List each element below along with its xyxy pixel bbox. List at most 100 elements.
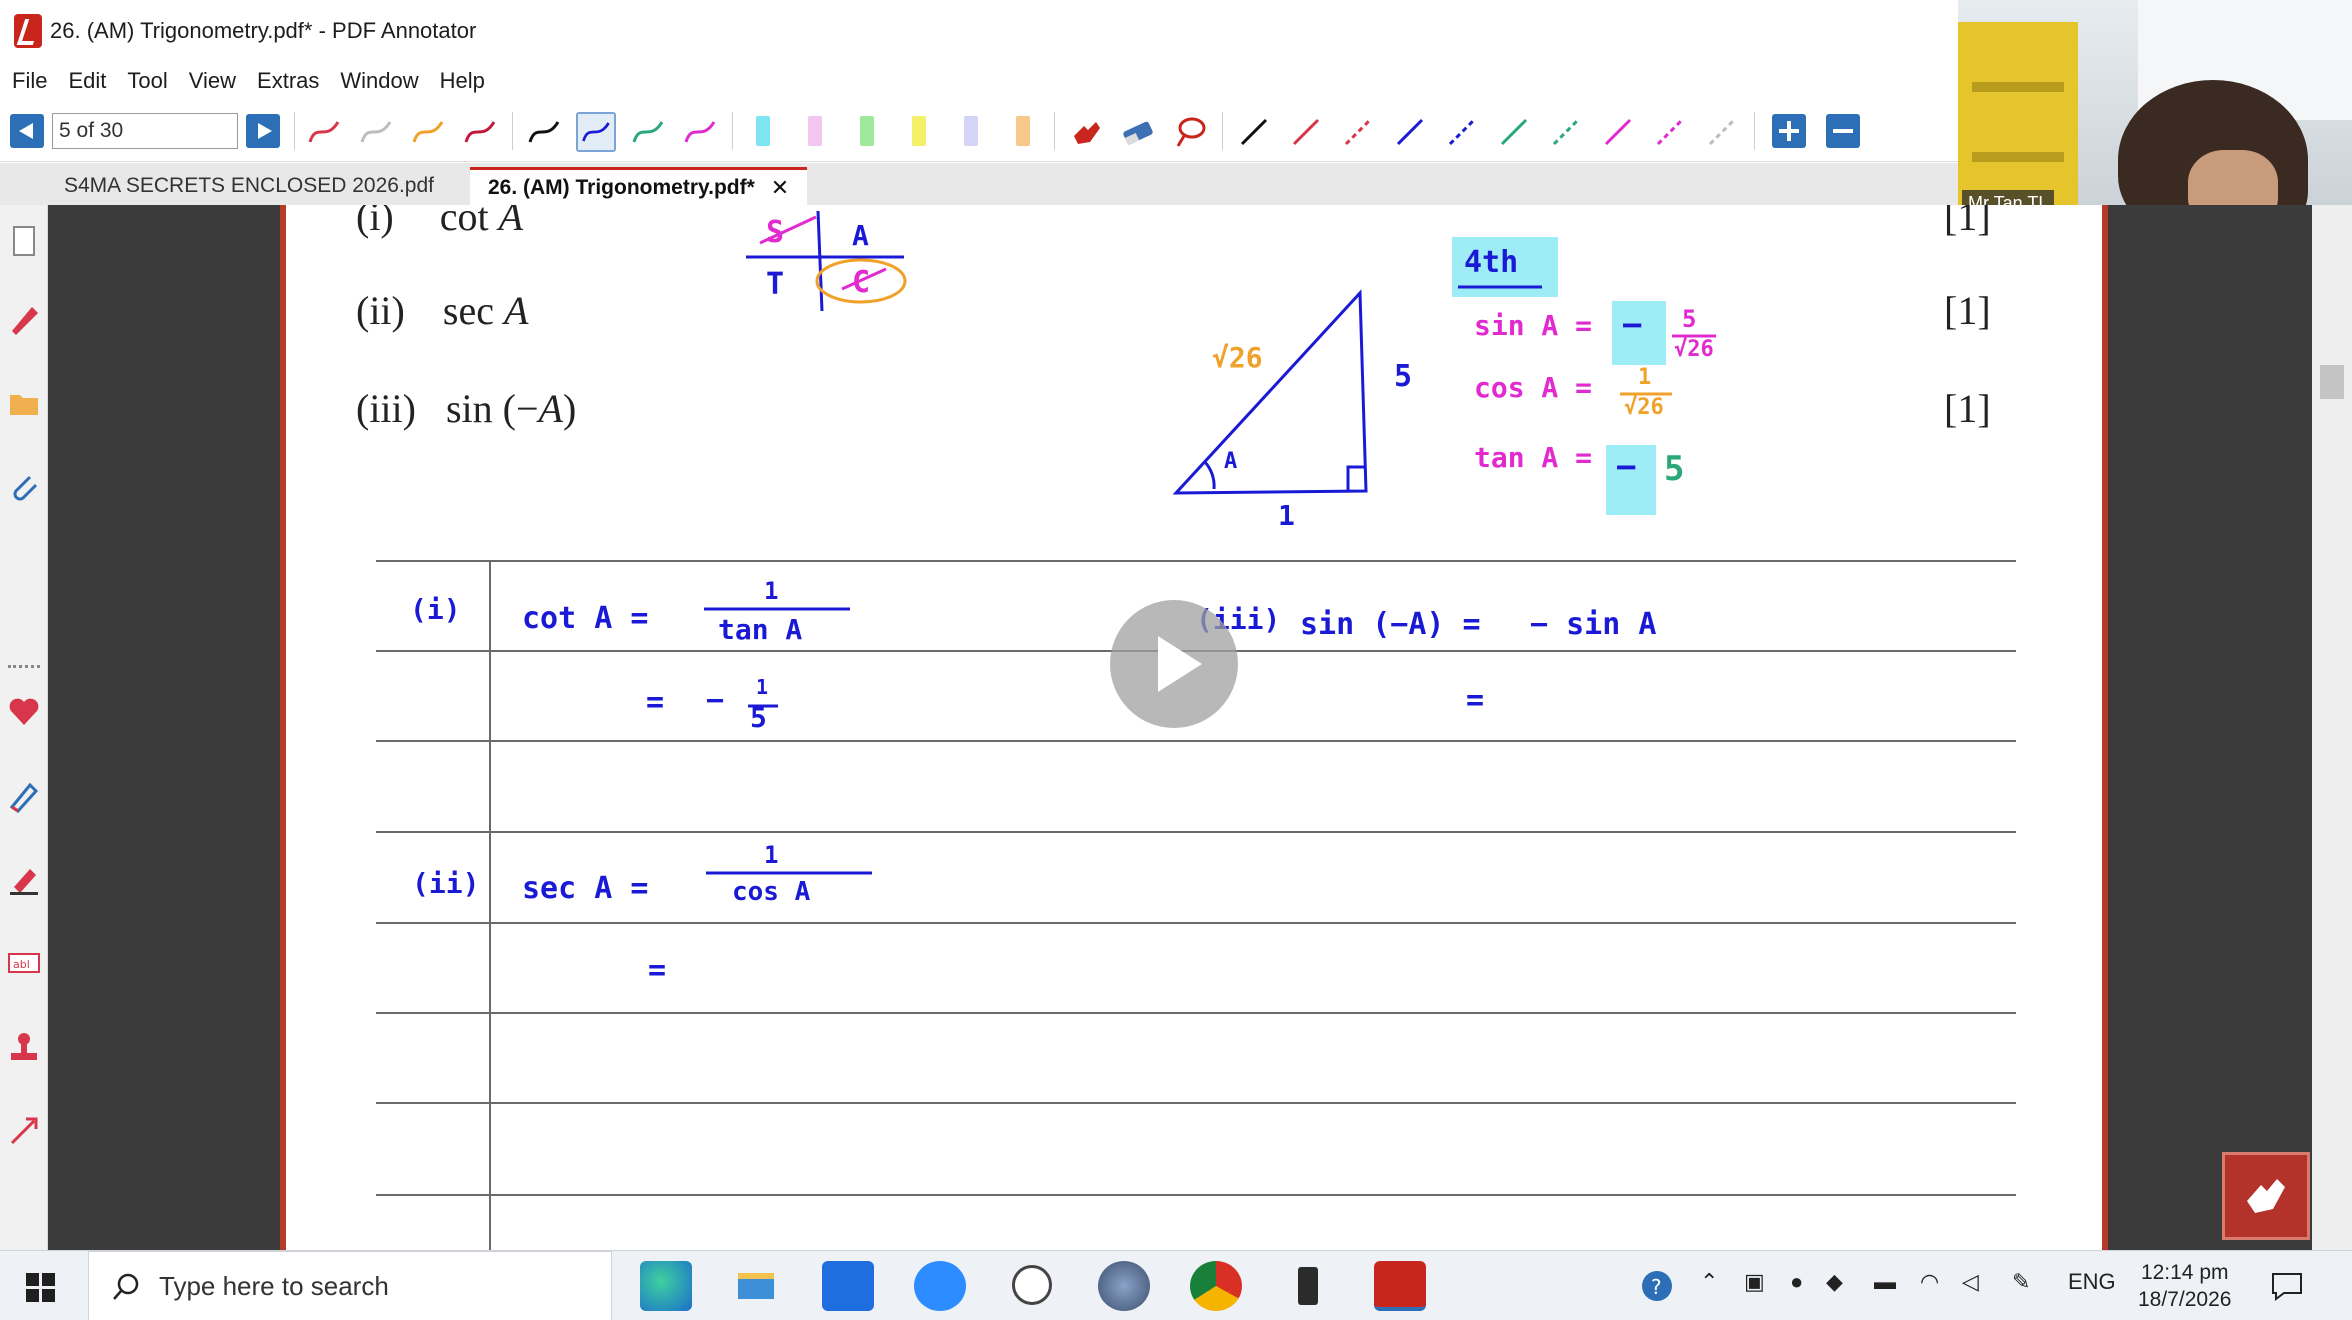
chevron-up-icon[interactable]: ⌃ <box>1700 1269 1718 1295</box>
folder-icon[interactable] <box>6 385 42 421</box>
system-clock[interactable]: 12:14 pm 18/7/2026 <box>2138 1259 2231 1313</box>
pen-teal-icon[interactable] <box>628 112 668 152</box>
dropbox-icon[interactable] <box>822 1261 874 1311</box>
eraser-icon[interactable] <box>1118 112 1158 152</box>
dashed-line-green-icon[interactable] <box>1546 112 1586 152</box>
pen-crimson-icon[interactable] <box>460 112 500 152</box>
previous-page-button[interactable] <box>10 114 44 148</box>
marks-i: [1] <box>1944 205 1991 239</box>
stamp-icon[interactable] <box>6 1029 42 1065</box>
menu-tool[interactable]: Tool <box>127 68 167 94</box>
dashed-line-blue-icon[interactable] <box>1442 112 1482 152</box>
language-indicator[interactable]: ENG <box>2068 1269 2116 1295</box>
line-magenta-icon[interactable] <box>1598 112 1638 152</box>
answer-ii-equals: = <box>648 953 667 988</box>
cos-denominator: √26 <box>1624 395 1664 420</box>
favorite-heart-icon[interactable] <box>6 693 42 729</box>
menu-help[interactable]: Help <box>440 68 485 94</box>
notifications-icon[interactable] <box>2270 1271 2304 1301</box>
pen-tool-icon[interactable] <box>6 301 42 337</box>
dashed-line-gray-icon[interactable] <box>1702 112 1742 152</box>
menu-view[interactable]: View <box>189 68 236 94</box>
pdf-annotator-taskbar-icon[interactable] <box>1374 1261 1426 1311</box>
help-icon[interactable]: ? <box>1640 1269 1674 1303</box>
highlighter-cyan-icon[interactable] <box>756 116 770 146</box>
line-red-icon[interactable] <box>1286 112 1326 152</box>
line-blue-icon[interactable] <box>1390 112 1430 152</box>
toolbar-divider <box>1054 112 1055 150</box>
pen-black-icon[interactable] <box>524 112 564 152</box>
calculator-app-icon[interactable] <box>1282 1261 1334 1311</box>
tab-s4ma-secrets[interactable]: S4MA SECRETS ENCLOSED 2026.pdf <box>46 167 452 205</box>
menu-edit[interactable]: Edit <box>68 68 106 94</box>
blank-page-icon[interactable] <box>6 223 42 259</box>
page-ink-layer <box>376 210 2016 1250</box>
sin-denominator: √26 <box>1674 337 1714 362</box>
text-box-icon[interactable]: abl <box>6 945 42 981</box>
marker-tool-icon[interactable] <box>6 861 42 897</box>
menu-window[interactable]: Window <box>340 68 418 94</box>
page-number-field[interactable] <box>52 113 238 149</box>
clock-time: 12:14 pm <box>2140 1261 2229 1284</box>
taskbar-search-box[interactable]: Type here to search <box>88 1251 612 1320</box>
toolbar-divider <box>732 112 733 150</box>
line-green-icon[interactable] <box>1494 112 1534 152</box>
highlighter-lavender-icon[interactable] <box>964 116 978 146</box>
compass-app-icon[interactable] <box>1098 1261 1150 1311</box>
svg-text:?: ? <box>1651 1275 1662 1299</box>
close-tab-icon[interactable]: ✕ <box>771 175 789 201</box>
wifi-icon[interactable]: ◠ <box>1920 1269 1939 1295</box>
clock-date: 18/7/2026 <box>2138 1288 2232 1311</box>
lasso-icon[interactable] <box>1170 112 1210 152</box>
highlighter-green-icon[interactable] <box>860 116 874 146</box>
sin-label: sin A = <box>1474 309 1593 342</box>
arrow-tool-icon[interactable] <box>6 1113 42 1149</box>
pen-gray-icon[interactable] <box>356 112 396 152</box>
line-black-icon[interactable] <box>1234 112 1274 152</box>
zoom-out-button[interactable] <box>1826 114 1860 148</box>
clock-app-icon[interactable] <box>1006 1261 1058 1311</box>
edge-browser-icon[interactable] <box>640 1261 692 1311</box>
menu-extras[interactable]: Extras <box>257 68 319 94</box>
zoom-app-icon[interactable] <box>914 1261 966 1311</box>
windows-start-icon[interactable] <box>26 1273 56 1303</box>
meeting-icon[interactable]: ▣ <box>1744 1269 1765 1295</box>
menu-file[interactable]: File <box>12 68 47 94</box>
title-bar: 26. (AM) Trigonometry.pdf* - PDF Annotat… <box>0 0 1958 62</box>
battery-icon[interactable]: ▬ <box>1874 1269 1896 1295</box>
dashed-line-magenta-icon[interactable] <box>1650 112 1690 152</box>
pen-tray-icon[interactable]: ✎ <box>2012 1269 2030 1295</box>
raise-hand-button[interactable] <box>2222 1152 2310 1240</box>
pencil-tool-icon[interactable] <box>6 777 42 813</box>
pen-magenta-icon[interactable] <box>680 112 720 152</box>
highlighter-yellow-icon[interactable] <box>912 116 926 146</box>
pen-blue-icon[interactable] <box>576 112 616 152</box>
file-explorer-icon[interactable] <box>730 1261 782 1311</box>
paperclip-icon[interactable] <box>6 469 42 505</box>
scrollbar-thumb[interactable] <box>2320 365 2344 399</box>
hand-tool-icon[interactable] <box>1066 112 1106 152</box>
microphone-icon[interactable]: ● <box>1790 1269 1803 1295</box>
pdf-page[interactable]: (i) cot A (ii) sec A (iii) sin (−A) [1] … <box>280 205 2108 1250</box>
vertical-scrollbar[interactable] <box>2312 205 2352 1250</box>
sidebar-divider <box>8 665 40 668</box>
dashed-line-red-icon[interactable] <box>1338 112 1378 152</box>
zoom-in-button[interactable] <box>1772 114 1806 148</box>
document-tab-bar: S4MA SECRETS ENCLOSED 2026.pdf 26. (AM) … <box>0 163 1958 205</box>
pen-orange-icon[interactable] <box>408 112 448 152</box>
toolbar-divider <box>1754 112 1755 150</box>
marks-ii: [1] <box>1944 288 1991 333</box>
dropbox-tray-icon[interactable]: ◆ <box>1826 1269 1843 1295</box>
question-number: (iii) <box>356 386 416 431</box>
play-video-icon[interactable] <box>1110 600 1238 728</box>
next-page-button[interactable] <box>246 114 280 148</box>
highlighter-orange-icon[interactable] <box>1016 116 1030 146</box>
pen-red-icon[interactable] <box>304 112 344 152</box>
toolbar-divider <box>512 112 513 150</box>
chrome-browser-icon[interactable] <box>1190 1261 1242 1311</box>
question-i: (i) cot A <box>356 205 523 240</box>
highlighter-pink-icon[interactable] <box>808 116 822 146</box>
triangle-adjacent: 1 <box>1278 499 1295 532</box>
volume-icon[interactable]: ◁ <box>1962 1269 1979 1295</box>
tab-trigonometry[interactable]: 26. (AM) Trigonometry.pdf* ✕ <box>470 167 808 205</box>
